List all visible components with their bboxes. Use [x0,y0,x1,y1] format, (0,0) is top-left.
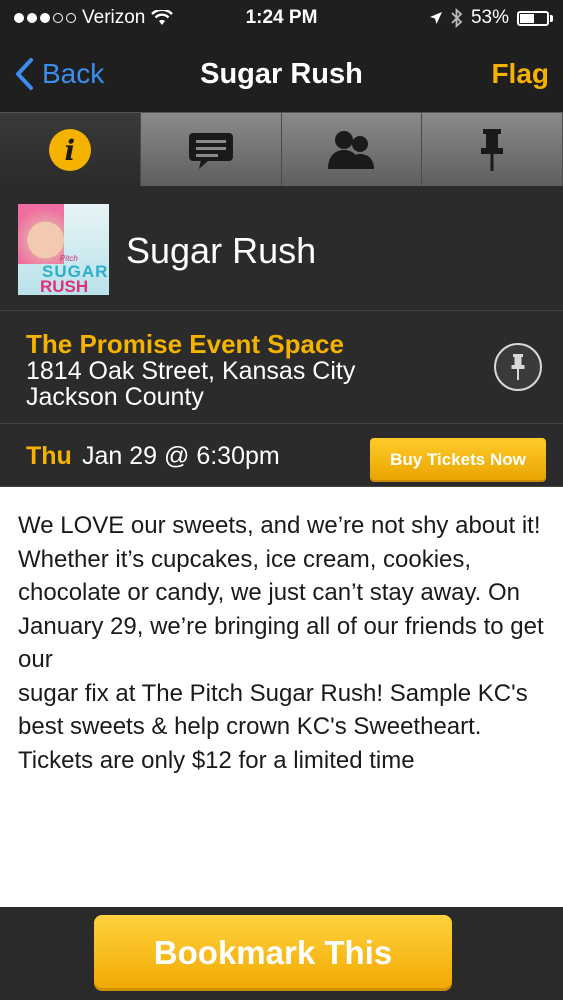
signal-strength-icon [14,13,76,23]
bottom-bar: Bookmark This [0,907,563,1000]
carrier-name: Verizon [82,7,146,28]
back-button[interactable]: Back [14,57,104,91]
event-thumbnail[interactable]: Pitch SUGAR RUSH [18,204,109,295]
pushpin-icon [511,354,525,380]
map-pin-button[interactable] [494,343,542,391]
venue-address: 1814 Oak Street, Kansas City [26,357,356,385]
description-paragraph: sugar fix at The Pitch Sugar Rush! Sampl… [18,679,528,774]
tab-comments[interactable] [141,113,282,187]
buy-tickets-button[interactable]: Buy Tickets Now [370,438,546,482]
bluetooth-icon [451,8,463,28]
flag-button[interactable]: Flag [491,58,549,90]
tab-map[interactable] [422,113,563,187]
pushpin-icon [481,129,504,171]
tab-attendees[interactable] [282,113,423,187]
venue-block: The Promise Event Space 1814 Oak Street,… [0,311,563,424]
chat-icon [188,133,233,169]
bookmark-button[interactable]: Bookmark This [94,915,452,991]
venue-name: The Promise Event Space [26,329,344,359]
tab-info[interactable]: i [0,113,141,187]
description-paragraph: chocolate or candy, we just can’t stay a… [18,579,544,673]
chevron-left-icon [16,58,33,90]
event-name: Sugar Rush [126,230,317,271]
tab-bar: i [0,112,563,188]
event-datetime: Jan 29 @ 6:30pm [82,442,280,470]
battery-percent: 53% [470,7,509,28]
thumbnail-rush-text: RUSH [40,277,89,295]
battery-level [520,13,534,23]
status-left: Verizon [14,7,174,29]
status-right: 53% [429,7,553,29]
navigation-bar: Back Sugar Rush Flag [0,36,563,112]
venue-county: Jackson County [26,383,204,411]
status-bar: Verizon 1:24 PM 53% [0,0,563,36]
back-label: Back [42,58,105,89]
wifi-icon [151,10,174,25]
event-day: Thu [26,442,72,470]
info-icon: i [48,129,91,171]
event-description: We LOVE our sweets, and we’re not shy ab… [0,487,563,907]
battery-icon [517,10,553,26]
description-paragraph: We LOVE our sweets, and we’re not shy ab… [18,512,541,573]
people-icon [328,131,375,169]
location-arrow-icon [429,12,442,24]
event-header: Pitch SUGAR RUSH Sugar Rush [0,186,563,311]
date-row: Thu Jan 29 @ 6:30pm Buy Tickets Now [0,424,563,487]
